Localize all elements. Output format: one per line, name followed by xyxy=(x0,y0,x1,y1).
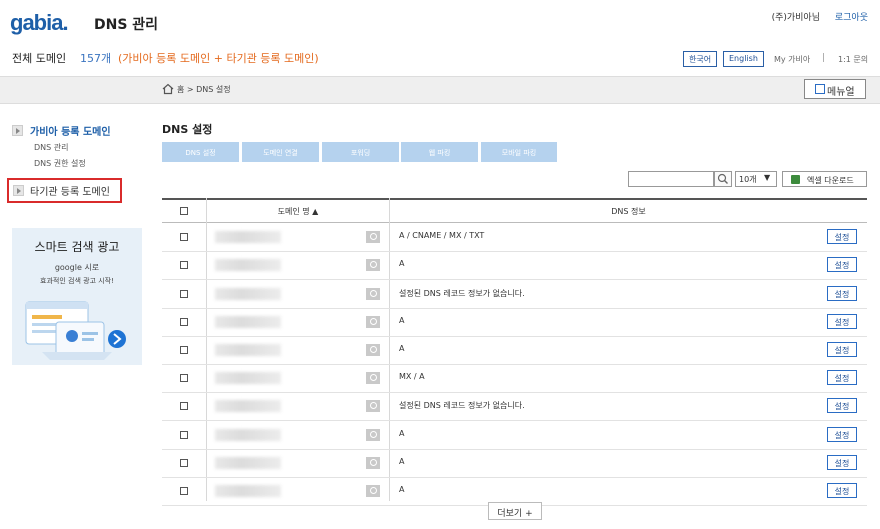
dns-setting-button[interactable]: 설정 xyxy=(827,482,857,498)
sidebar-item-dns-permission[interactable]: DNS 권한 설정 xyxy=(34,158,86,169)
domain-search-icon[interactable] xyxy=(366,484,380,497)
domain-name[interactable] xyxy=(215,315,281,328)
home-icon[interactable] xyxy=(162,83,174,95)
dns-info: 설정된 DNS 레코드 정보가 없습니다. xyxy=(399,288,525,298)
breadcrumb-bar xyxy=(0,76,880,104)
sidebar-item-gabia-domains[interactable]: 가비아 등록 도메인 xyxy=(30,123,111,138)
dns-setting-button[interactable]: 설정 xyxy=(827,370,857,386)
qna-link[interactable]: 1:1 문의 xyxy=(838,54,868,65)
dns-info: 설정된 DNS 레코드 정보가 없습니다. xyxy=(399,401,525,411)
dns-info: A xyxy=(399,456,405,466)
domain-search-icon[interactable] xyxy=(366,456,380,469)
total-domain-label: 전체 도메인 xyxy=(12,52,67,65)
dns-info: A xyxy=(399,343,405,353)
search-icon xyxy=(717,173,728,184)
column-header-dns: DNS 정보 xyxy=(611,207,646,216)
domain-search-icon[interactable] xyxy=(366,259,380,272)
row-checkbox[interactable] xyxy=(180,317,188,326)
search-input[interactable] xyxy=(628,171,714,187)
page-title: DNS 설정 xyxy=(162,123,213,136)
total-domain-count: 157개 xyxy=(80,52,112,65)
domain-name[interactable] xyxy=(215,456,281,469)
row-checkbox[interactable] xyxy=(180,261,188,270)
sidebar-item-dns-manage[interactable]: DNS 관리 xyxy=(34,142,69,153)
row-checkbox[interactable] xyxy=(180,402,188,411)
dns-info: A xyxy=(399,484,405,494)
tab-domain-connect[interactable]: 도메인 연결 xyxy=(242,142,319,162)
manual-button[interactable]: 메뉴얼 xyxy=(804,79,866,99)
domain-name[interactable] xyxy=(215,400,281,413)
ad-illustration-icon xyxy=(25,301,126,360)
row-checkbox[interactable] xyxy=(180,233,188,242)
dns-setting-button[interactable]: 설정 xyxy=(827,257,857,273)
domain-name[interactable] xyxy=(215,372,281,385)
chevron-down-icon: ▼ xyxy=(764,173,771,182)
domain-search-icon[interactable] xyxy=(366,428,380,441)
excel-icon xyxy=(791,175,800,184)
domain-search-icon[interactable] xyxy=(366,343,380,356)
row-checkbox[interactable] xyxy=(180,486,188,495)
chevron-right-icon xyxy=(13,185,24,196)
dns-setting-button[interactable]: 설정 xyxy=(827,454,857,470)
app-title: DNS 관리 xyxy=(94,17,159,33)
domain-name[interactable] xyxy=(215,343,281,356)
gabia-logo[interactable]: gabia. xyxy=(10,10,69,36)
total-domain-desc: (가비아 등록 도메인 + 타기관 등록 도메인) xyxy=(118,52,319,65)
manual-icon xyxy=(815,84,825,94)
tab-web-parking[interactable]: 웹 파킹 xyxy=(401,142,478,162)
more-button[interactable]: 더보기 + xyxy=(488,502,542,520)
tab-forwarding[interactable]: 포워딩 xyxy=(322,142,399,162)
sidebar-item-other-domains[interactable]: 타기관 등록 도메인 xyxy=(30,183,110,198)
domain-name[interactable] xyxy=(215,428,281,441)
row-checkbox[interactable] xyxy=(180,345,188,354)
lang-english-button[interactable]: English xyxy=(723,51,764,67)
domain-search-icon[interactable] xyxy=(366,315,380,328)
lang-korean-button[interactable]: 한국어 xyxy=(683,51,718,67)
domain-name[interactable] xyxy=(215,231,281,244)
tab-dns-setting[interactable]: DNS 설정 xyxy=(162,142,239,162)
dns-setting-button[interactable]: 설정 xyxy=(827,313,857,329)
dns-setting-button[interactable]: 설정 xyxy=(827,285,857,301)
domain-search-icon[interactable] xyxy=(366,372,380,385)
domain-name[interactable] xyxy=(215,484,281,497)
per-page-select[interactable]: 10개 xyxy=(735,171,777,187)
row-checkbox[interactable] xyxy=(180,374,188,383)
logout-link[interactable]: 로그아웃 xyxy=(835,10,868,23)
ad-title: 스마트 검색 광고 xyxy=(34,240,120,254)
dns-info: A xyxy=(399,428,405,438)
select-all-checkbox[interactable] xyxy=(180,207,188,215)
row-checkbox[interactable] xyxy=(180,458,188,467)
dns-info: MX / A xyxy=(399,372,425,382)
my-gabia-link[interactable]: My 가비아 xyxy=(774,54,810,65)
search-button[interactable] xyxy=(714,171,732,187)
dns-setting-button[interactable]: 설정 xyxy=(827,398,857,414)
column-header-domain[interactable]: 도메인 명 ▲ xyxy=(206,206,390,217)
dns-setting-button[interactable]: 설정 xyxy=(827,341,857,357)
chevron-right-icon xyxy=(12,125,23,136)
ad-subtitle-2: 효과적인 검색 광고 시작! xyxy=(40,277,114,285)
breadcrumb: 홈 > DNS 설정 xyxy=(177,85,231,94)
tab-mobile-parking[interactable]: 모바일 파킹 xyxy=(481,142,557,162)
domain-search-icon[interactable] xyxy=(366,287,380,300)
dns-info: A xyxy=(399,259,405,269)
dns-info: A / CNAME / MX / TXT xyxy=(399,231,485,241)
row-checkbox[interactable] xyxy=(180,289,188,298)
domain-name[interactable] xyxy=(215,287,281,300)
domain-name[interactable] xyxy=(215,259,281,272)
dns-setting-button[interactable]: 설정 xyxy=(827,229,857,245)
link-separator: | xyxy=(822,53,826,63)
user-name: (주)가비아님 xyxy=(771,13,820,23)
domain-search-icon[interactable] xyxy=(366,400,380,413)
domain-search-icon[interactable] xyxy=(366,231,380,244)
dns-info: A xyxy=(399,315,405,325)
row-checkbox[interactable] xyxy=(180,430,188,439)
dns-setting-button[interactable]: 설정 xyxy=(827,426,857,442)
ad-subtitle: google 시로 xyxy=(54,263,100,272)
